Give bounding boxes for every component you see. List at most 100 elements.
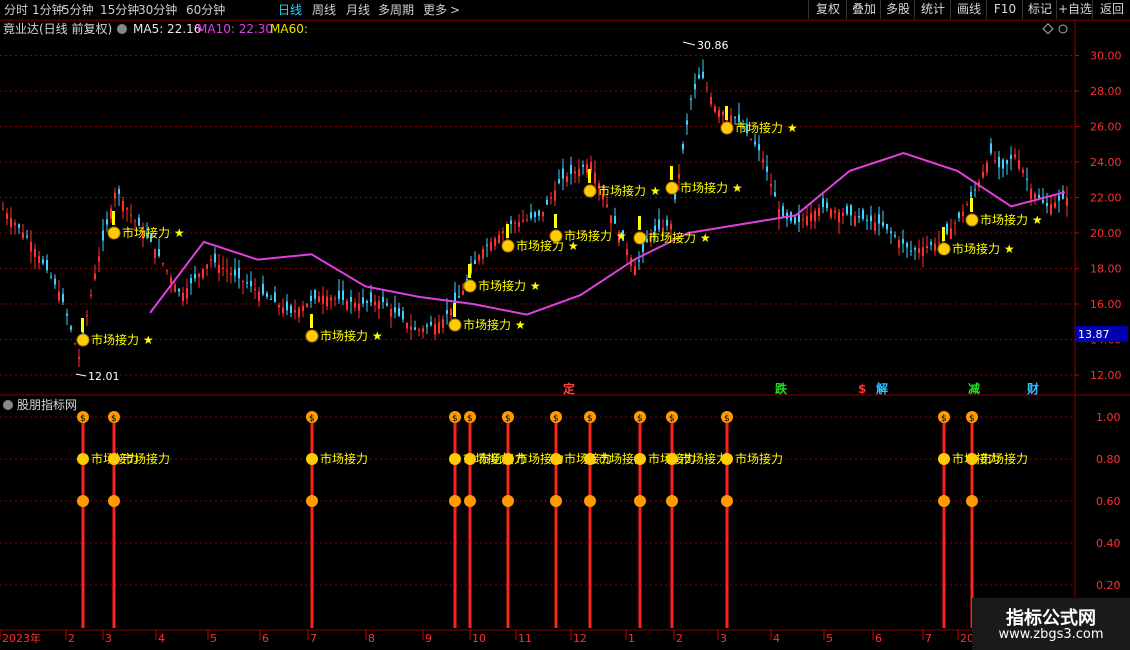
candle-body	[874, 222, 876, 231]
candle-body	[46, 259, 48, 271]
candle-body	[526, 219, 528, 221]
candle-body	[922, 247, 924, 256]
candle-body	[502, 231, 504, 234]
candle-body	[410, 326, 412, 330]
candle-body	[178, 288, 180, 292]
candle-body	[442, 319, 444, 328]
candle-body	[734, 116, 736, 118]
candle-body	[898, 240, 900, 248]
signal-bar	[670, 166, 673, 180]
circle-icon	[1058, 24, 1068, 34]
candle-body	[158, 249, 160, 257]
candle-body	[74, 343, 76, 345]
signal-bar	[725, 106, 728, 120]
candle-body	[138, 217, 140, 226]
indicator-signal-label: 市场接力	[122, 451, 170, 466]
candle-body	[938, 242, 940, 244]
signal-label: 市场接力 ★	[463, 317, 526, 332]
price-tick-label: 16.00	[1090, 298, 1122, 311]
signal-label: 市场接力 ★	[564, 228, 627, 243]
candle-body	[30, 241, 32, 252]
candle-body	[290, 305, 292, 313]
candle-body	[50, 276, 52, 278]
candle-body	[350, 297, 352, 302]
candle-body	[354, 302, 356, 308]
candle-body	[374, 301, 376, 306]
candle-body	[990, 143, 992, 154]
candle-body	[714, 106, 716, 112]
candle-body	[314, 290, 316, 299]
smiley-icon	[463, 279, 477, 293]
signal-bar	[310, 314, 313, 328]
money-bag-symbol: $	[111, 414, 117, 424]
candle-body	[218, 264, 220, 274]
up-arrow-icon	[584, 495, 596, 507]
candle-body	[1030, 188, 1032, 200]
candle-body	[342, 290, 344, 301]
candle-body	[118, 188, 120, 194]
candle-body	[802, 219, 804, 221]
candle-body	[858, 215, 860, 218]
candle-body	[698, 74, 700, 79]
smiley-icon	[107, 226, 121, 240]
candle-body	[234, 269, 236, 276]
smiley-icon	[583, 184, 597, 198]
candle-body	[230, 272, 232, 275]
indicator-smiley-icon	[634, 453, 646, 465]
candle-body	[522, 220, 524, 222]
price-tick-label: 18.00	[1090, 263, 1122, 276]
candle-body	[406, 322, 408, 329]
candle-body	[238, 267, 240, 279]
watermark: 指标公式网 www.zbgs3.com	[972, 598, 1130, 650]
candle-body	[250, 280, 252, 287]
candle-body	[186, 288, 188, 299]
candle-body	[126, 208, 128, 210]
signal-label: 市场接力 ★	[952, 241, 1015, 256]
candle-body	[134, 220, 136, 222]
candle-body	[882, 222, 884, 226]
price-tick-label: 20.00	[1090, 227, 1122, 240]
candle-body	[274, 292, 276, 303]
indicator-tick-label: 0.60	[1096, 495, 1121, 508]
candle-body	[322, 295, 324, 304]
candle-body	[678, 174, 680, 179]
price-tick-label: 30.00	[1090, 50, 1122, 63]
candle-body	[702, 71, 704, 78]
candle-body	[26, 235, 28, 238]
date-label: 8	[368, 632, 375, 645]
candle-body	[1066, 197, 1068, 206]
candle-body	[402, 311, 404, 320]
candle-body	[710, 96, 712, 105]
candle-body	[38, 256, 40, 263]
candle-body	[270, 298, 272, 300]
smiley-icon	[665, 181, 679, 195]
candle-body	[370, 292, 372, 303]
candle-body	[966, 204, 968, 206]
candle-body	[2, 208, 4, 210]
candle-body	[854, 216, 856, 226]
up-arrow-icon	[966, 495, 978, 507]
date-label: 1	[628, 632, 635, 645]
indicator-signal-label: 市场接力	[735, 451, 783, 466]
candle-body	[494, 238, 496, 246]
money-bag-symbol: $	[587, 414, 593, 424]
candle-body	[294, 310, 296, 313]
candle-body	[930, 242, 932, 245]
signal-label: 市场接力 ★	[735, 120, 798, 135]
candle-body	[934, 243, 936, 251]
watermark-url: www.zbgs3.com	[998, 627, 1104, 642]
candle-body	[398, 308, 400, 316]
candle-body	[558, 179, 560, 184]
candle-body	[670, 224, 672, 230]
candle-body	[422, 328, 424, 333]
money-bag-symbol: $	[80, 414, 86, 424]
candle-body	[1026, 178, 1028, 180]
ma10-label: MA10: 22.30	[197, 22, 273, 36]
candle-body	[242, 280, 244, 283]
indicator-smiley-icon	[108, 453, 120, 465]
candle-body	[362, 297, 364, 304]
candle-body	[394, 307, 396, 313]
candle-body	[982, 172, 984, 178]
date-label: 2023年	[2, 631, 41, 645]
indicator-smiley-icon	[77, 453, 89, 465]
